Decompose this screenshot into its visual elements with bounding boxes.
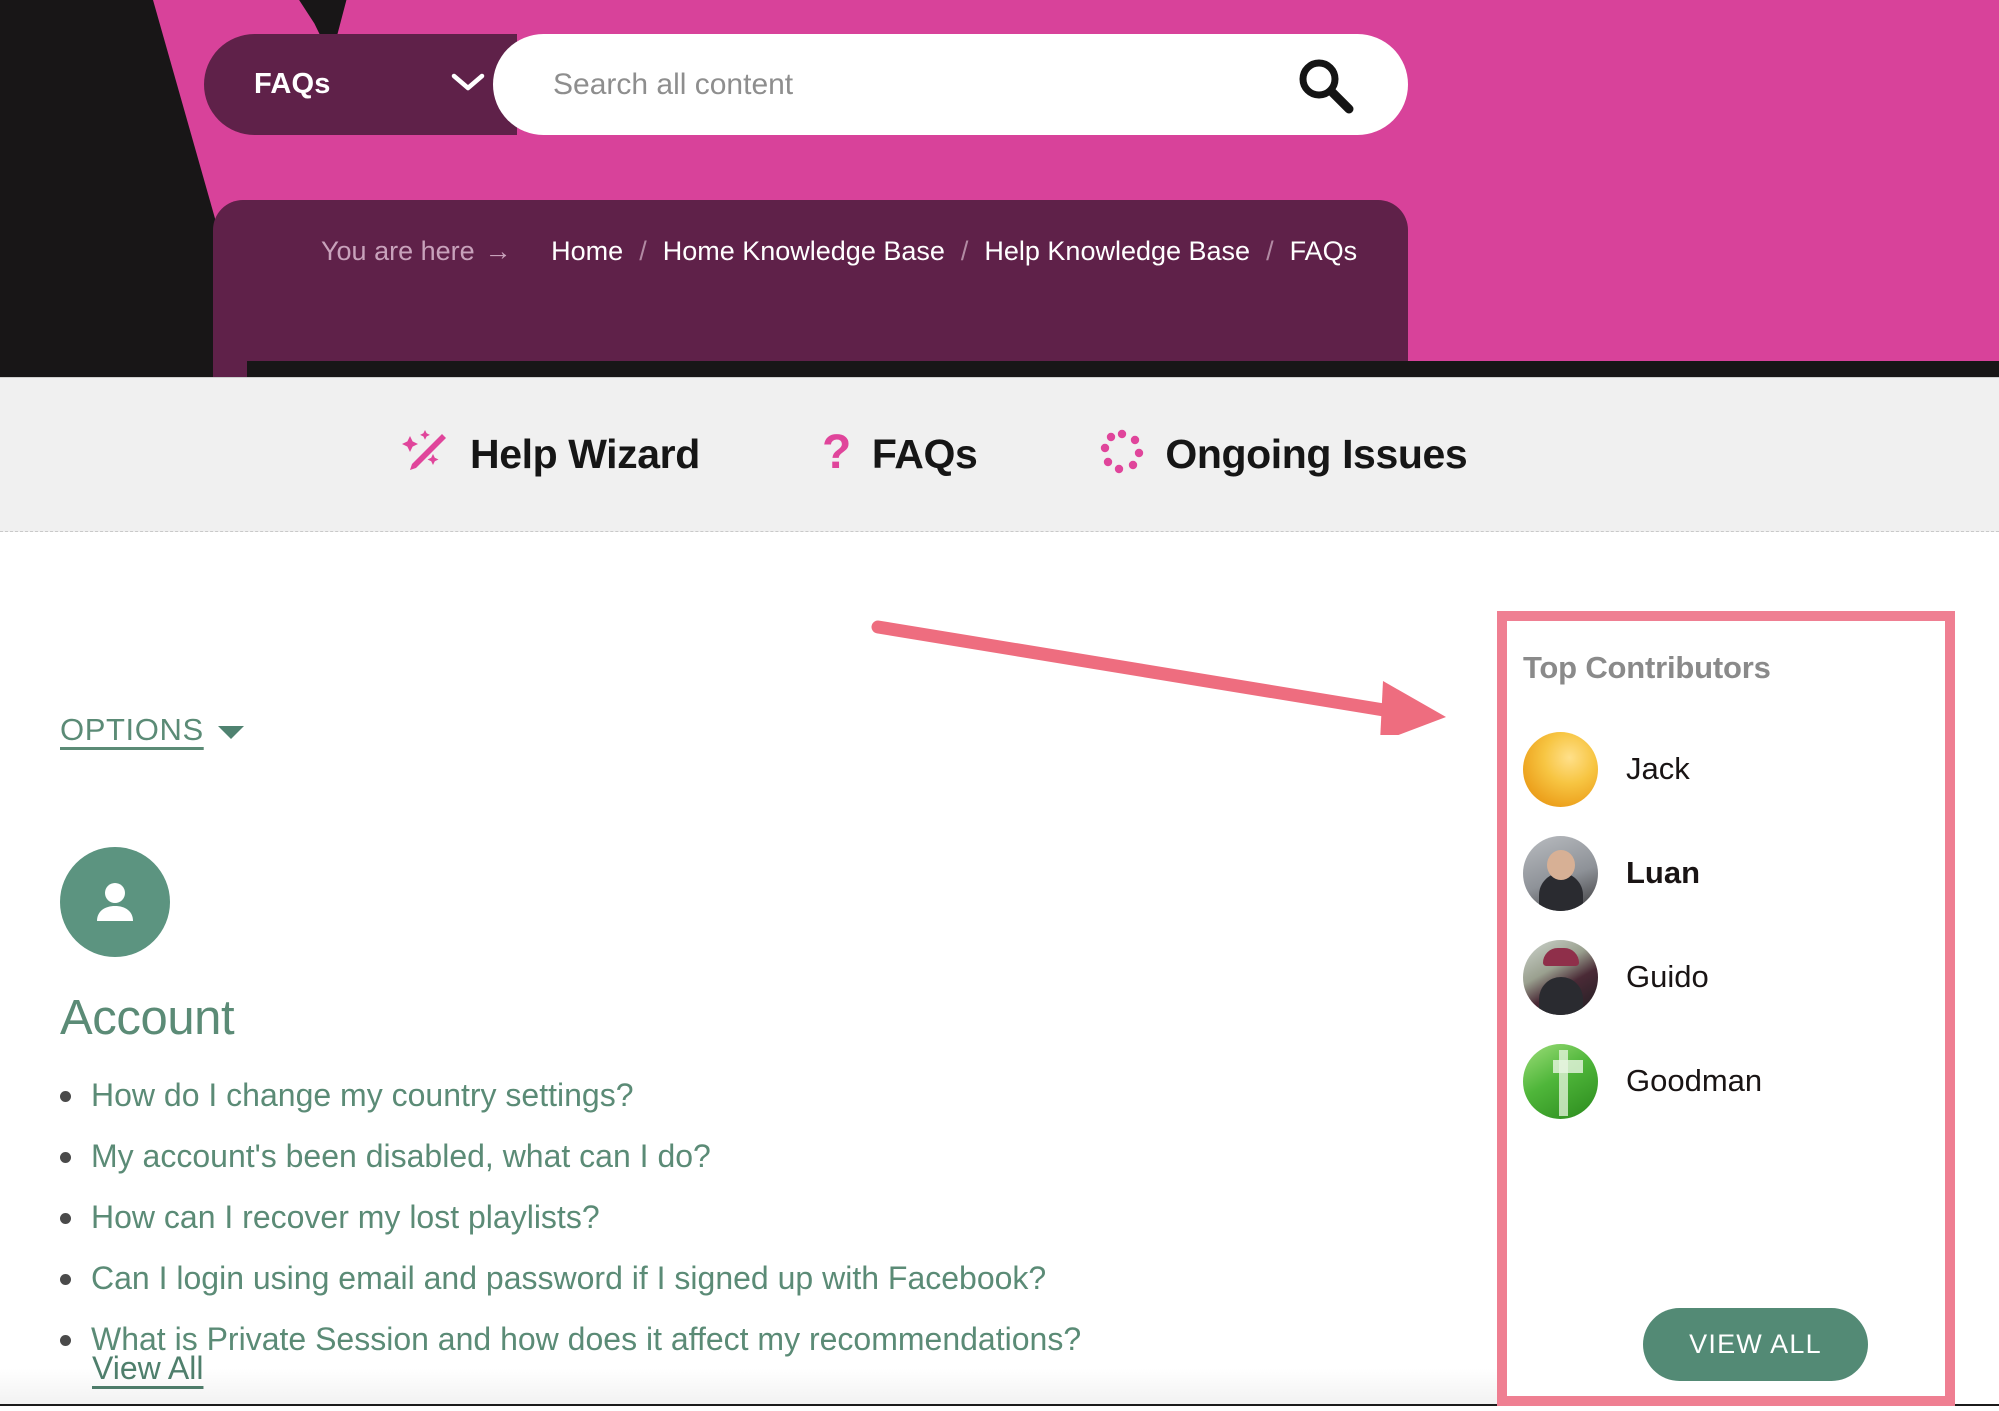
avatar-luan bbox=[1523, 835, 1598, 911]
chevron-down-icon bbox=[451, 72, 485, 97]
list-item: What is Private Session and how does it … bbox=[60, 1319, 1081, 1359]
breadcrumb-arrow-icon: → bbox=[484, 236, 512, 266]
person-avatar-icon bbox=[60, 847, 170, 957]
nav-item-ongoing-issues-label: Ongoing Issues bbox=[1165, 431, 1468, 477]
faq-link-private-session[interactable]: What is Private Session and how does it … bbox=[91, 1319, 1081, 1359]
breadcrumb-prefix: You are here → bbox=[321, 236, 512, 267]
breadcrumb-item-home[interactable]: Home bbox=[551, 236, 623, 267]
bullet-icon bbox=[60, 1274, 71, 1285]
top-contributors-list: Jack Luan Guido Goodman bbox=[1523, 717, 1923, 1133]
list-item: How can I recover my lost playlists? bbox=[60, 1197, 1081, 1237]
search-icon[interactable] bbox=[1294, 54, 1356, 116]
faq-link-account-disabled[interactable]: My account's been disabled, what can I d… bbox=[91, 1136, 711, 1176]
nav-item-faqs-label: FAQs bbox=[871, 431, 978, 477]
options-label: OPTIONS bbox=[60, 712, 204, 747]
avatar-goodman bbox=[1523, 1043, 1598, 1119]
breadcrumb-trail: You are here → Home / Home Knowledge Bas… bbox=[321, 236, 1408, 267]
avatar-face-shape bbox=[1538, 976, 1583, 1015]
nav-item-help-wizard-label: Help Wizard bbox=[470, 431, 700, 477]
scope-selector-dropdown[interactable]: FAQs bbox=[204, 34, 517, 135]
search-placeholder-text: Search all content bbox=[553, 67, 794, 101]
breadcrumb-item-help-knowledge-base[interactable]: Help Knowledge Base bbox=[984, 236, 1250, 267]
view-all-contributors-button[interactable]: VIEW ALL bbox=[1643, 1308, 1868, 1381]
bullet-icon bbox=[60, 1091, 71, 1102]
nav-item-faqs[interactable]: ? FAQs bbox=[820, 426, 978, 483]
bullet-icon bbox=[60, 1213, 71, 1224]
nav-item-ongoing-issues[interactable]: Ongoing Issues bbox=[1097, 427, 1468, 482]
breadcrumb-separator: / bbox=[960, 236, 969, 266]
content-bottom-shadow bbox=[0, 1368, 1500, 1404]
avatar-guido bbox=[1523, 939, 1598, 1015]
avatar-sign-shape bbox=[1553, 1059, 1583, 1073]
breadcrumb-separator: / bbox=[1266, 236, 1274, 266]
nav-item-help-wizard[interactable]: Help Wizard bbox=[400, 426, 700, 483]
avatar-jack bbox=[1523, 731, 1598, 807]
top-contributors-title: Top Contributors bbox=[1523, 650, 1771, 685]
contributor-row-guido[interactable]: Guido bbox=[1523, 925, 1923, 1029]
contributor-name-luan: Luan bbox=[1626, 855, 1701, 890]
caret-down-icon bbox=[217, 725, 244, 739]
bullet-icon bbox=[60, 1152, 71, 1163]
breadcrumb-item-home-knowledge-base[interactable]: Home Knowledge Base bbox=[663, 236, 945, 267]
faq-link-login-facebook[interactable]: Can I login using email and password if … bbox=[91, 1258, 1046, 1298]
options-dropdown[interactable]: OPTIONS bbox=[60, 712, 244, 748]
contributor-row-luan[interactable]: Luan bbox=[1523, 821, 1923, 925]
search-input[interactable]: Search all content bbox=[493, 34, 1408, 135]
spinner-dots-icon bbox=[1097, 427, 1147, 482]
bullet-icon bbox=[60, 1335, 71, 1346]
section-nav: Help Wizard ? FAQs Ongoing Issues bbox=[0, 377, 1999, 532]
avatar-hat-shape bbox=[1542, 947, 1579, 966]
breadcrumb-spacer bbox=[512, 236, 552, 267]
contributor-row-jack[interactable]: Jack bbox=[1523, 717, 1923, 821]
contributor-name-goodman: Goodman bbox=[1626, 1063, 1763, 1098]
list-item: Can I login using email and password if … bbox=[60, 1258, 1081, 1298]
faq-link-country-settings[interactable]: How do I change my country settings? bbox=[91, 1075, 634, 1115]
page-root: FAQs Search all content You are here → H… bbox=[0, 0, 1999, 1411]
avatar-head-shape bbox=[1546, 849, 1575, 880]
contributor-name-guido: Guido bbox=[1626, 959, 1709, 994]
contributor-name-jack: Jack bbox=[1626, 751, 1690, 786]
decorative-black-strip bbox=[247, 361, 1999, 377]
svg-text:?: ? bbox=[822, 426, 851, 478]
page-title: Account bbox=[60, 991, 235, 1045]
breadcrumb-item-faqs[interactable]: FAQs bbox=[1290, 236, 1358, 267]
list-item: How do I change my country settings? bbox=[60, 1075, 1081, 1115]
faq-list: How do I change my country settings? My … bbox=[60, 1075, 1081, 1380]
list-item: My account's been disabled, what can I d… bbox=[60, 1136, 1081, 1176]
contributor-row-goodman[interactable]: Goodman bbox=[1523, 1029, 1923, 1133]
scope-selector-label: FAQs bbox=[254, 68, 331, 100]
faq-link-recover-playlists[interactable]: How can I recover my lost playlists? bbox=[91, 1197, 600, 1237]
search-bar: FAQs Search all content bbox=[204, 34, 1408, 135]
question-mark-icon: ? bbox=[820, 426, 854, 483]
breadcrumb-separator: / bbox=[639, 236, 647, 266]
breadcrumb-prefix-label: You are here bbox=[321, 236, 475, 266]
magic-wand-icon bbox=[400, 426, 452, 483]
